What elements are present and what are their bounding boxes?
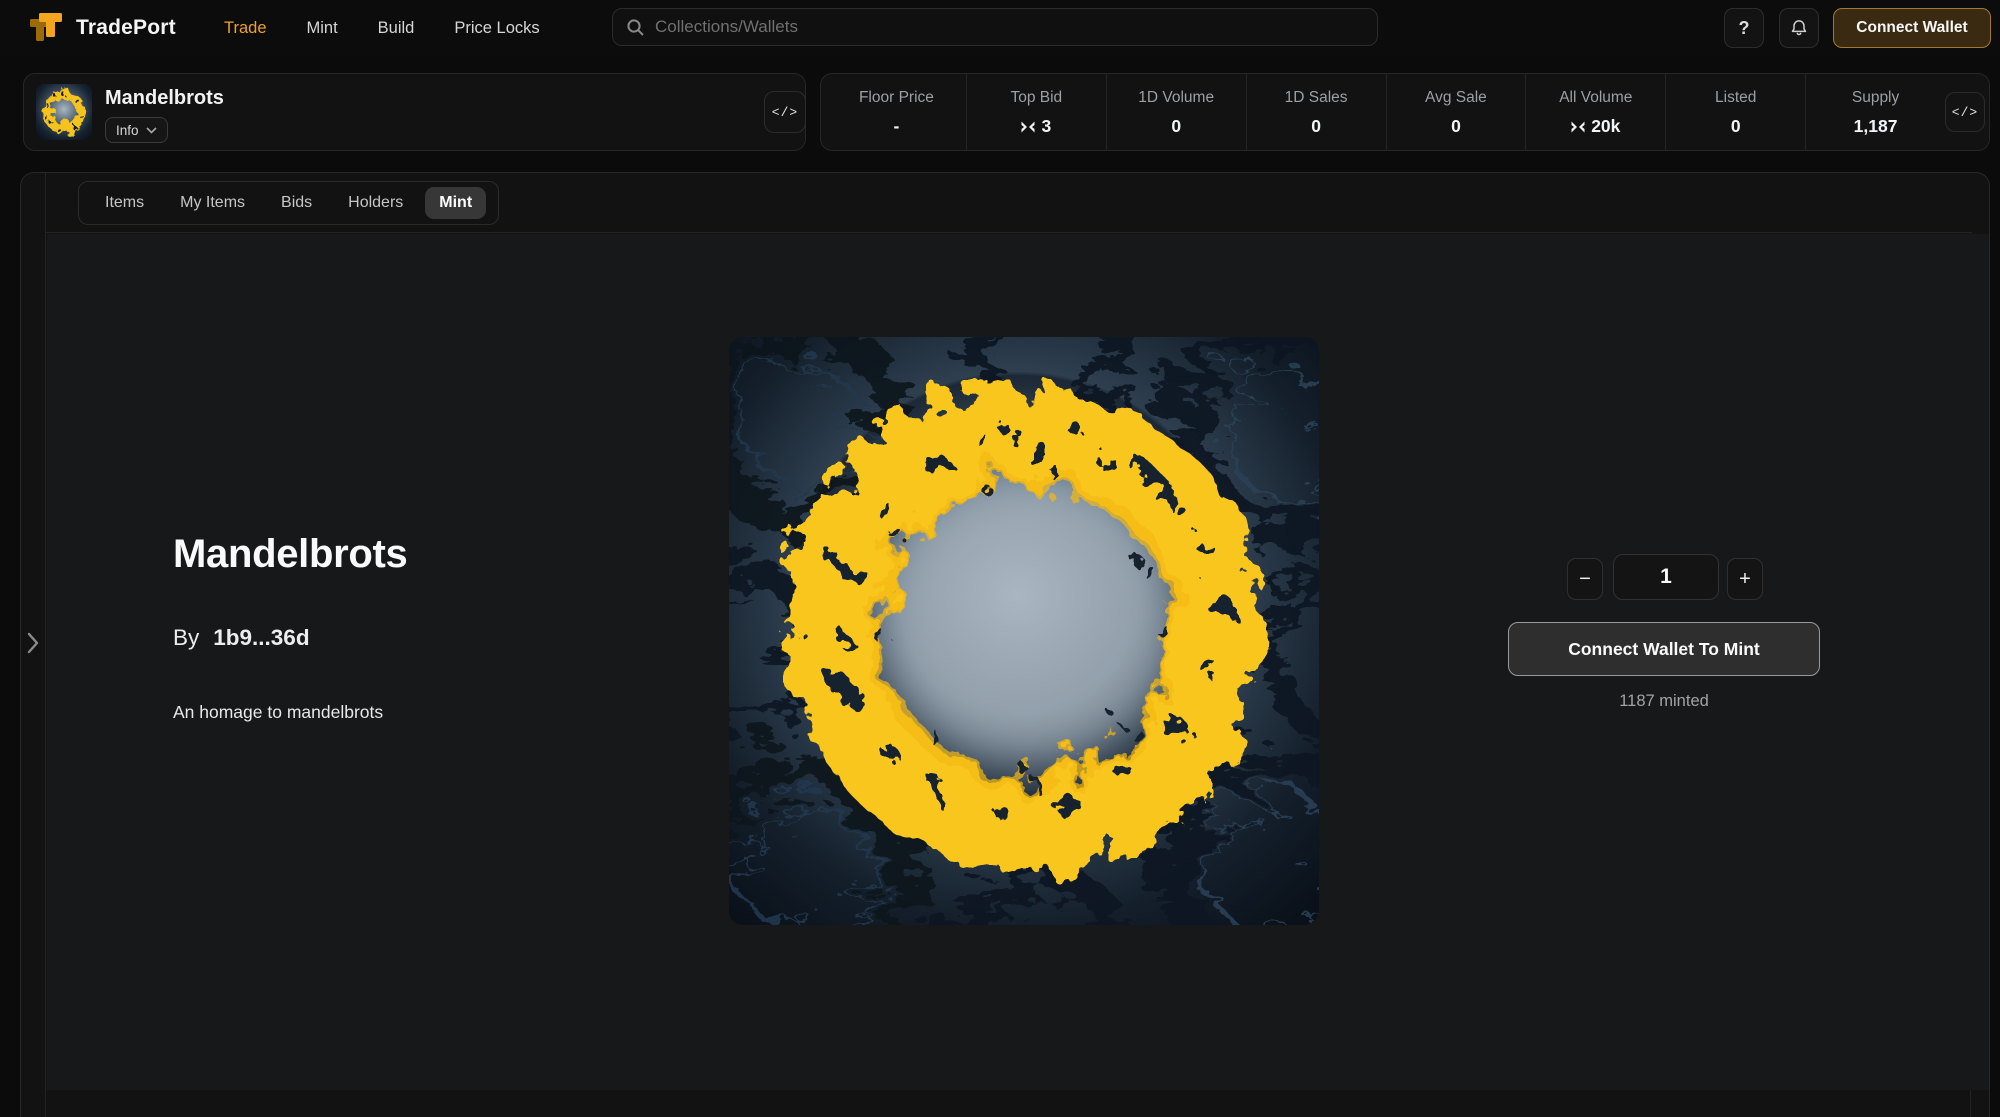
stat-value: 0 xyxy=(1731,116,1741,137)
nft-preview-image xyxy=(729,337,1319,925)
code-icon: </> xyxy=(772,105,798,120)
code-icon: </> xyxy=(1952,105,1978,120)
help-button[interactable]: ? xyxy=(1724,8,1764,48)
nav-item-trade[interactable]: Trade xyxy=(224,19,267,38)
stat-label: All Volume xyxy=(1559,89,1632,107)
nav-item-build[interactable]: Build xyxy=(378,19,415,38)
nav-item-price-locks[interactable]: Price Locks xyxy=(454,19,539,38)
stat-label: Avg Sale xyxy=(1425,89,1487,107)
tradeport-logo-icon xyxy=(28,11,64,45)
stat-value: 0 xyxy=(1451,116,1461,137)
stat-value: 1,187 xyxy=(1854,116,1898,137)
quantity-decrease-button[interactable]: − xyxy=(1567,558,1603,600)
main-panel: Items My Items Bids Holders Mint Mandelb… xyxy=(20,172,1990,1117)
search-icon xyxy=(626,18,645,37)
mint-description: An homage to mandelbrots xyxy=(173,702,383,723)
collection-header-card: Mandelbrots Info </> xyxy=(23,73,806,151)
stat-avg-sale: Avg Sale 0 xyxy=(1387,74,1527,150)
stat-supply: Supply 1,187 xyxy=(1806,74,1945,150)
collection-info-dropdown[interactable]: Info xyxy=(105,117,168,143)
tab-bids[interactable]: Bids xyxy=(267,187,326,219)
stat-value: 20k xyxy=(1571,116,1620,137)
connect-wallet-label: Connect Wallet xyxy=(1856,19,1967,37)
brand-name: TradePort xyxy=(76,16,176,40)
stat-value: 0 xyxy=(1171,116,1181,137)
stat-value: 3 xyxy=(1021,116,1051,137)
mint-section: Mandelbrots By 1b9...36d An homage to ma… xyxy=(47,234,1990,1090)
chevron-down-icon xyxy=(146,127,157,134)
info-label: Info xyxy=(116,123,139,138)
stat-listed: Listed 0 xyxy=(1666,74,1806,150)
minted-count: 1187 minted xyxy=(1508,692,1820,711)
stat-label: 1D Volume xyxy=(1138,89,1214,107)
stats-code-button[interactable]: </> xyxy=(1945,92,1985,132)
collection-code-button[interactable]: </> xyxy=(764,91,806,133)
stat-all-volume: All Volume 20k xyxy=(1526,74,1666,150)
expand-left-sidebar-button[interactable] xyxy=(23,628,43,658)
stat-value: 0 xyxy=(1311,116,1321,137)
stats-row: Floor Price - Top Bid 3 1D Volume xyxy=(827,74,1945,150)
connect-wallet-to-mint-button[interactable]: Connect Wallet To Mint xyxy=(1508,622,1820,676)
minus-icon: − xyxy=(1579,568,1591,591)
top-navbar: TradePort Trade Mint Build Price Locks ? xyxy=(0,0,2000,56)
collection-avatar xyxy=(36,84,92,140)
collection-stats-card: Floor Price - Top Bid 3 1D Volume xyxy=(820,73,1990,151)
chevron-right-icon xyxy=(27,632,39,654)
bell-icon xyxy=(1789,18,1809,38)
tabs-bar: Items My Items Bids Holders Mint xyxy=(46,173,1972,233)
search-input[interactable] xyxy=(655,17,1364,37)
tab-my-items[interactable]: My Items xyxy=(166,187,259,219)
stat-top-bid: Top Bid 3 xyxy=(967,74,1107,150)
quantity-input[interactable] xyxy=(1613,554,1719,600)
tab-holders[interactable]: Holders xyxy=(334,187,417,219)
stat-label: Top Bid xyxy=(1010,89,1062,107)
plus-icon: + xyxy=(1739,568,1751,591)
stat-number: 3 xyxy=(1041,116,1051,137)
left-collapsed-sidebar xyxy=(21,173,46,1117)
by-label: By xyxy=(173,625,199,651)
stat-floor-price: Floor Price - xyxy=(827,74,967,150)
stat-1d-volume: 1D Volume 0 xyxy=(1107,74,1247,150)
stat-label: Floor Price xyxy=(859,89,934,107)
mint-byline: By 1b9...36d xyxy=(173,625,310,651)
stat-1d-sales: 1D Sales 0 xyxy=(1247,74,1387,150)
stat-label: Listed xyxy=(1715,89,1756,107)
token-icon xyxy=(1021,121,1035,133)
mint-cta-label: Connect Wallet To Mint xyxy=(1568,639,1760,660)
stat-label: 1D Sales xyxy=(1285,89,1348,107)
global-search[interactable] xyxy=(612,8,1378,46)
token-icon xyxy=(1571,121,1585,133)
quantity-increase-button[interactable]: + xyxy=(1727,558,1763,600)
stat-value: - xyxy=(894,116,900,137)
brand[interactable]: TradePort xyxy=(28,11,176,45)
mint-collection-title: Mandelbrots xyxy=(173,532,408,577)
question-mark-icon: ? xyxy=(1739,18,1750,39)
notifications-button[interactable] xyxy=(1779,8,1819,48)
tabs-group: Items My Items Bids Holders Mint xyxy=(78,181,499,225)
tab-mint[interactable]: Mint xyxy=(425,187,486,219)
creator-address[interactable]: 1b9...36d xyxy=(213,625,309,651)
connect-wallet-button[interactable]: Connect Wallet xyxy=(1833,8,1991,48)
main-nav: Trade Mint Build Price Locks xyxy=(224,0,540,56)
stat-label: Supply xyxy=(1852,89,1899,107)
collection-name: Mandelbrots xyxy=(105,87,224,110)
tradeport-mint-page: TradePort Trade Mint Build Price Locks ? xyxy=(0,0,2000,1117)
tab-items[interactable]: Items xyxy=(91,187,158,219)
nav-item-mint[interactable]: Mint xyxy=(307,19,338,38)
stat-number: 20k xyxy=(1591,116,1620,137)
